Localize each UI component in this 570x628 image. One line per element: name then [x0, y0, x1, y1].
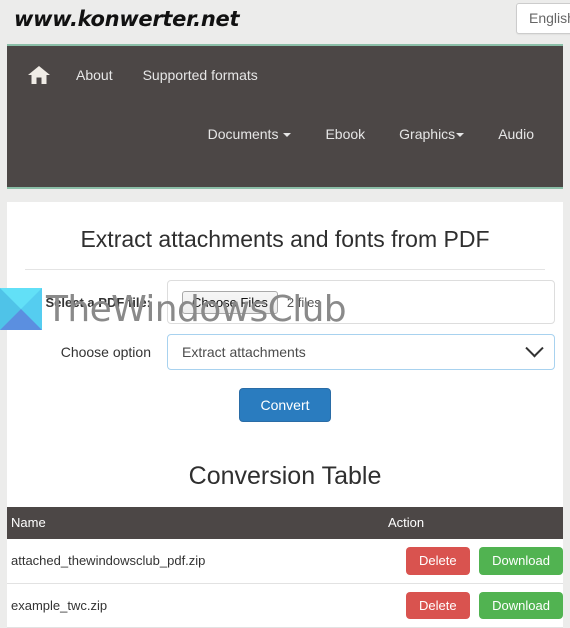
nav-item-graphics-label: Graphics	[399, 126, 456, 142]
download-button[interactable]: Download	[479, 591, 563, 620]
column-header-action: Action	[322, 507, 563, 539]
option-select[interactable]: Extract attachments	[167, 334, 555, 370]
choose-files-button[interactable]: Choose Files	[182, 290, 278, 314]
home-link[interactable]	[17, 55, 61, 95]
navbar-secondary-row: Documents Ebook Graphics Audio	[7, 104, 563, 164]
conversion-table-body: attached_thewindowsclub_pdf.zip Delete D…	[7, 539, 563, 628]
main-navbar: About Supported formats Documents Ebook …	[7, 44, 563, 189]
chevron-down-icon	[456, 133, 465, 137]
file-select-row: Select a PDF file: Choose Files 2 files	[7, 270, 563, 324]
nav-item-documents[interactable]: Documents	[191, 126, 309, 142]
nav-item-graphics[interactable]: Graphics	[382, 126, 481, 142]
delete-button[interactable]: Delete	[405, 547, 470, 575]
nav-item-supported-formats[interactable]: Supported formats	[128, 67, 273, 83]
site-brand: www.konwerter.net	[14, 7, 240, 31]
conversion-table-section: Conversion Table Name Action attached_th…	[7, 448, 563, 628]
file-name-cell: attached_thewindowsclub_pdf.zip	[7, 539, 322, 584]
chevron-down-icon	[283, 133, 292, 137]
row-actions-cell: Delete Download	[322, 539, 563, 584]
nav-item-ebook[interactable]: Ebook	[308, 126, 382, 142]
option-select-value: Extract attachments	[182, 344, 306, 360]
delete-button[interactable]: Delete	[405, 591, 470, 620]
file-name-cell: example_twc.zip	[7, 583, 322, 628]
home-icon	[27, 64, 51, 86]
conversion-table: Name Action attached_thewindowsclub_pdf.…	[7, 507, 563, 628]
top-bar: www.konwerter.net English	[0, 0, 570, 44]
table-header-row: Name Action	[7, 507, 563, 539]
nav-item-documents-label: Documents	[207, 126, 279, 142]
nav-item-audio[interactable]: Audio	[481, 126, 551, 142]
table-row: example_twc.zip Delete Download	[7, 583, 563, 628]
page-title: Extract attachments and fonts from PDF	[80, 226, 490, 252]
download-button[interactable]: Download	[479, 547, 563, 575]
converter-panel: Extract attachments and fonts from PDF S…	[7, 202, 563, 448]
table-row: attached_thewindowsclub_pdf.zip Delete D…	[7, 539, 563, 584]
convert-button[interactable]: Convert	[239, 388, 331, 422]
conversion-table-head: Name Action	[7, 507, 563, 539]
chevron-down-icon	[525, 338, 544, 357]
navbar-primary-row: About Supported formats	[7, 46, 273, 104]
language-selector-button[interactable]: English	[516, 3, 570, 34]
file-select-label: Select a PDF file:	[45, 294, 151, 310]
file-count-status: 2 files	[286, 294, 321, 310]
nav-item-about[interactable]: About	[61, 67, 128, 83]
conversion-table-title: Conversion Table	[188, 462, 382, 490]
column-header-name: Name	[7, 507, 322, 539]
option-select-label: Choose option	[60, 344, 151, 360]
row-actions-cell: Delete Download	[322, 583, 563, 628]
file-input[interactable]: Choose Files 2 files	[167, 280, 555, 324]
convert-button-row: Convert	[7, 370, 563, 446]
option-select-row: Choose option Extract attachments	[7, 324, 563, 370]
